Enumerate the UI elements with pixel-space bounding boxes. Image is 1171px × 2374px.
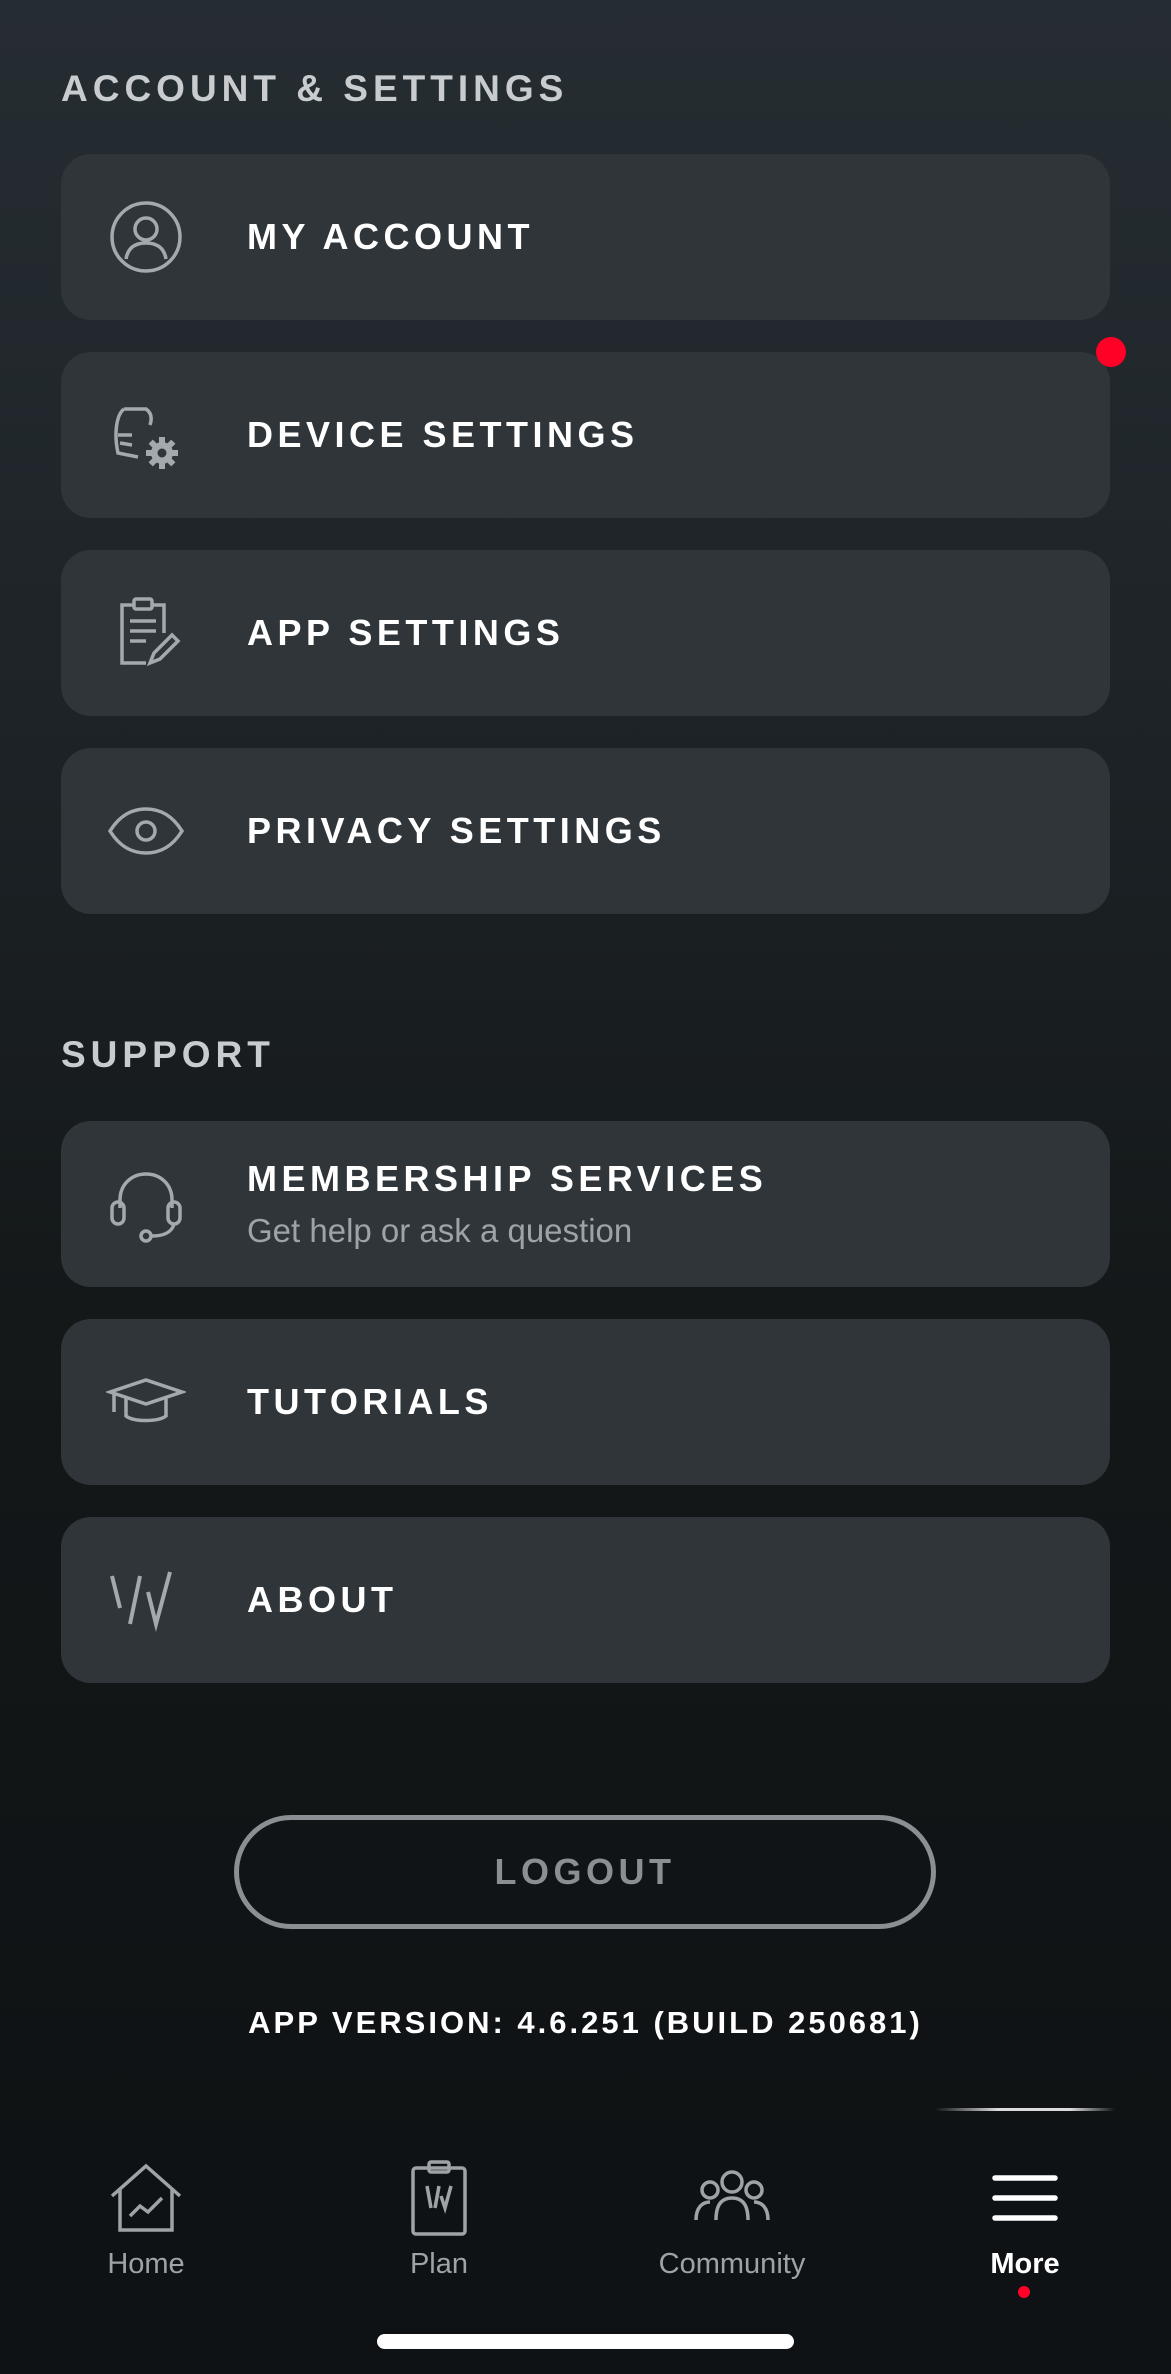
logout-button[interactable]: LOGOUT [234,1815,936,1929]
more-screen: ACCOUNT & SETTINGS MY ACCOUNT DEVICE SET… [0,0,1171,2374]
app-version: APP VERSION: 4.6.251 (BUILD 250681) [248,2005,923,2040]
section-header-support: SUPPORT [61,1034,275,1075]
tab-community[interactable]: Community [632,2158,832,2281]
about-button[interactable]: ABOUT [61,1517,1110,1683]
my-account-button[interactable]: MY ACCOUNT [61,154,1110,320]
tab-home-label: Home [107,2248,185,2280]
device-settings-label: DEVICE SETTINGS [247,414,639,455]
device-settings-button[interactable]: DEVICE SETTINGS [61,352,1110,518]
tab-more-notification-dot [1018,2286,1030,2298]
tab-more[interactable]: More [925,2158,1125,2281]
clipboard-edit-icon [106,593,186,673]
tab-more-label: More [990,2248,1060,2280]
headset-icon [106,1164,186,1244]
section-header-account-settings: ACCOUNT & SETTINGS [61,68,569,109]
tutorials-button[interactable]: TUTORIALS [61,1319,1110,1485]
divider [935,2108,1115,2111]
app-settings-label: APP SETTINGS [247,612,565,653]
device-settings-notification-dot [1096,337,1126,367]
home-indicator[interactable] [377,2334,794,2349]
menu-icon [992,2175,1058,2221]
tab-home[interactable]: Home [46,2158,246,2281]
tab-community-label: Community [658,2248,806,2280]
about-label: ABOUT [247,1579,398,1620]
privacy-settings-button[interactable]: PRIVACY SETTINGS [61,748,1110,914]
privacy-settings-label: PRIVACY SETTINGS [247,810,666,851]
plan-clipboard-icon [411,2160,467,2236]
app-settings-button[interactable]: APP SETTINGS [61,550,1110,716]
tutorials-label: TUTORIALS [247,1381,493,1422]
membership-services-label: MEMBERSHIP SERVICES [247,1158,768,1199]
tab-plan-label: Plan [409,2248,469,2280]
person-icon [106,197,186,277]
eye-icon [106,791,186,871]
membership-services-button[interactable]: MEMBERSHIP SERVICES Get help or ask a qu… [61,1121,1110,1287]
whoop-logo-icon [106,1560,186,1640]
membership-services-sublabel: Get help or ask a question [247,1212,633,1249]
my-account-label: MY ACCOUNT [247,216,534,257]
community-people-icon [694,2170,770,2221]
device-gear-icon [106,395,186,475]
tab-plan[interactable]: Plan [339,2158,539,2281]
graduation-cap-icon [106,1362,186,1442]
home-chart-icon [110,2163,182,2232]
